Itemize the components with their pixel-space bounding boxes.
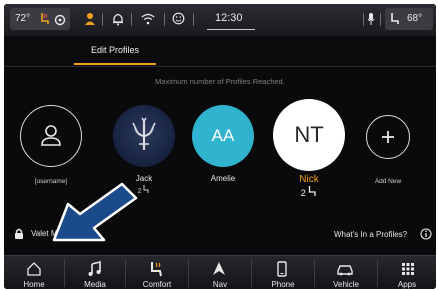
clock-underline (207, 29, 255, 30)
avatar-initials: AA (211, 126, 235, 145)
status-separator (131, 13, 132, 26)
seat-memory: 2 (269, 186, 349, 198)
smiley-icon[interactable] (172, 12, 185, 30)
profile-avatar (113, 105, 175, 167)
profile-add-new[interactable]: Add New (352, 105, 424, 197)
status-bar: 72° 12:30 68° (4, 4, 436, 36)
profile-avatar: AA (192, 105, 254, 167)
left-temperature: 72° (15, 13, 31, 24)
nav-label: Nav (212, 280, 228, 289)
notification-bell-icon[interactable] (112, 12, 124, 31)
clock: 12:30 (215, 12, 243, 24)
profile-nick[interactable]: NT Nick 2 (269, 99, 349, 198)
phone-icon (277, 261, 287, 277)
seat-icon (309, 186, 316, 196)
heated-wheel-icon (54, 13, 66, 31)
add-profile-circle (366, 115, 410, 159)
profile-avatar (20, 105, 82, 167)
profile-avatar-selected: NT (273, 99, 345, 171)
nav-nav[interactable]: Nav (189, 256, 251, 289)
lock-icon (15, 228, 23, 239)
profile-name: Add New (374, 178, 402, 185)
wifi-icon[interactable] (141, 12, 155, 30)
status-separator (102, 13, 103, 26)
profile-amelie[interactable]: AA Amelie (187, 105, 259, 197)
driver-profile-icon[interactable] (84, 12, 96, 31)
whats-in-profile-label: What's In a Profiles? (334, 230, 408, 239)
status-separator (164, 13, 165, 26)
nav-label: Media (84, 280, 106, 289)
nav-label: Home (23, 280, 45, 289)
status-separator (193, 13, 194, 26)
profile-name: Amelie (210, 174, 236, 183)
grid-icon (402, 263, 414, 275)
active-tab-indicator (74, 63, 156, 65)
infotainment-screen: 72° 12:30 68° Edit Profiles Maximum numb… (4, 4, 436, 289)
nav-label: Apps (397, 280, 417, 289)
nav-vehicle[interactable]: Vehicle (315, 256, 377, 289)
nav-label: Vehicle (333, 280, 359, 289)
tab-bar: Edit Profiles (4, 36, 436, 67)
car-icon (337, 265, 353, 276)
nav-label: Phone (271, 280, 295, 289)
seat-icon (143, 185, 149, 193)
right-climate-control[interactable]: 68° (385, 8, 433, 30)
whats-in-profile-button[interactable]: What's In a Profiles? (334, 227, 434, 241)
info-icon (420, 228, 432, 240)
plus-icon (382, 131, 394, 143)
left-climate-control[interactable]: 72° (10, 8, 70, 30)
bottom-nav: Home Media Comfort Nav Phone Vehicle App… (4, 255, 436, 289)
music-note-icon (88, 260, 101, 276)
passenger-seat-icon (389, 12, 401, 31)
pointer-arrow-icon (52, 182, 138, 242)
person-icon (41, 125, 61, 146)
avatar-initials: NT (294, 122, 324, 147)
seat-memory-number: 2 (300, 188, 306, 198)
nav-label: Comfort (142, 280, 172, 289)
nav-home[interactable]: Home (4, 256, 64, 289)
nav-phone[interactable]: Phone (252, 256, 314, 289)
seat-icon (151, 262, 162, 277)
heated-seat-icon (39, 12, 51, 31)
profile-name: Nick (299, 174, 319, 185)
nav-comfort[interactable]: Comfort (126, 256, 188, 289)
status-separator (363, 13, 364, 26)
microphone-icon[interactable] (367, 12, 375, 31)
max-profiles-notice: Maximum number of Profiles Reached. (155, 77, 285, 86)
right-temperature: 68° (407, 13, 423, 24)
status-separator (380, 13, 381, 26)
trident-logo-icon (132, 117, 156, 150)
nav-apps[interactable]: Apps (378, 256, 436, 289)
nav-media[interactable]: Media (65, 256, 125, 289)
navigation-arrow-icon (213, 262, 225, 275)
tab-label: Edit Profiles (90, 45, 140, 55)
tab-edit-profiles[interactable]: Edit Profiles (74, 36, 156, 66)
home-icon (27, 262, 41, 276)
